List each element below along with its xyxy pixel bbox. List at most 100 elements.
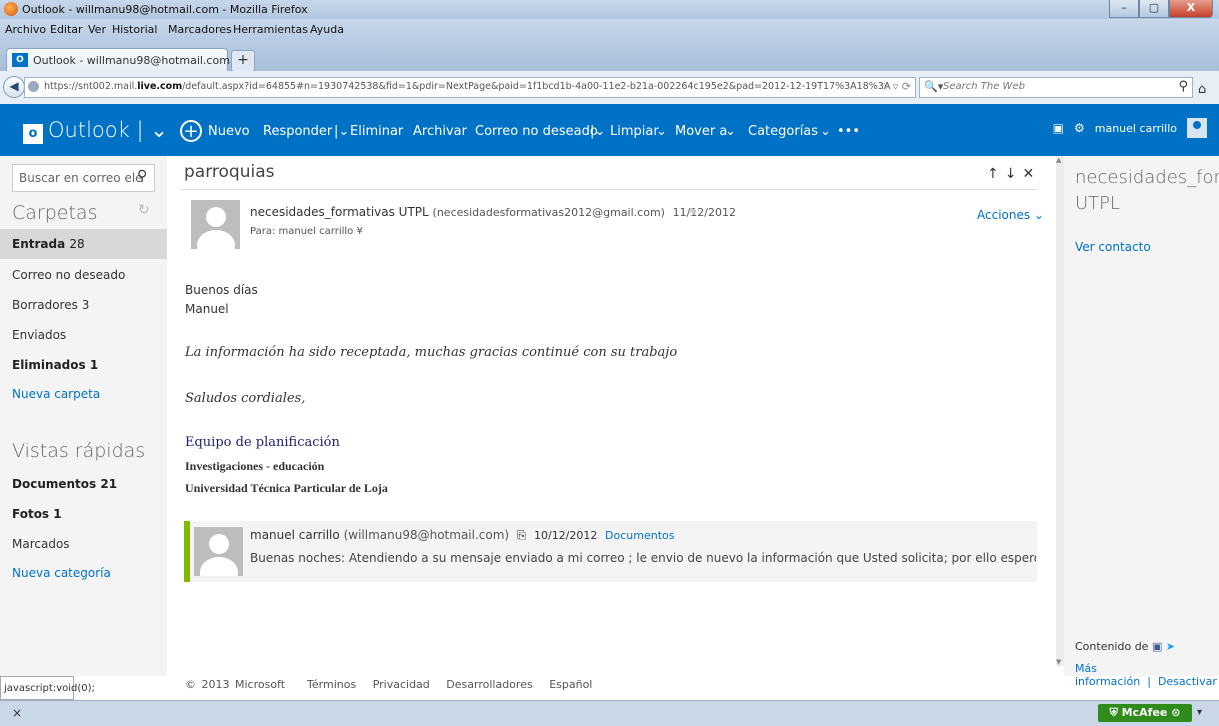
folder-inbox[interactable]: Entrada 28: [12, 237, 85, 251]
window-title-bar: Outlook - willmanu98@hotmail.com - Mozil…: [0, 0, 1219, 19]
signature-team: Equipo de planificación: [185, 435, 340, 450]
junk-chevron-icon[interactable]: |⌄: [590, 124, 605, 139]
menu-marcadores[interactable]: Marcadores: [168, 23, 232, 36]
folder-sent[interactable]: Enviados: [12, 328, 66, 342]
flag-icon[interactable]: ⚑: [688, 206, 698, 219]
mail-search-input[interactable]: Buscar en correo ele: [12, 164, 155, 192]
new-tab-button[interactable]: +: [231, 50, 255, 72]
actions-menu[interactable]: Acciones ⌄: [977, 208, 1044, 222]
sweep-chevron-icon[interactable]: ⌄: [656, 124, 667, 139]
categories-button[interactable]: Categorías: [748, 124, 818, 139]
home-icon[interactable]: ⌂: [1198, 82, 1206, 97]
twitter-icon: ➤: [1165, 640, 1176, 653]
closing: Saludos cordiales,: [185, 391, 306, 406]
outlook-logo-icon[interactable]: o: [23, 124, 43, 144]
copyright: © 2013 Microsoft: [185, 678, 286, 691]
outlook-brand[interactable]: Outlook | ⌄: [48, 118, 168, 142]
signature-dept: Investigaciones - educación: [185, 459, 325, 473]
menu-archivo[interactable]: Archivo: [5, 23, 46, 36]
move-chevron-icon[interactable]: ⌄: [725, 124, 736, 139]
web-search-input[interactable]: 🔍▾ Search The Web ⚲: [919, 77, 1193, 98]
new-category-link[interactable]: Nueva categoría: [12, 566, 111, 580]
reply-button[interactable]: Responder: [263, 124, 332, 139]
greeting-line-1: Buenos días: [185, 283, 258, 297]
window-controls: – ▢ X: [1109, 0, 1213, 18]
bookmark-star-icon[interactable]: ☆ ▿ ⟳: [879, 80, 911, 93]
gear-icon[interactable]: ⚙: [1074, 121, 1085, 135]
sender-avatar: [191, 200, 240, 249]
tab-label: Outlook - willmanu98@hotmail.com: [33, 54, 230, 67]
previous-message-card[interactable]: manuel carrillo (willmanu98@hotmail.com)…: [184, 521, 1037, 582]
move-to-button[interactable]: Mover a: [675, 124, 727, 139]
folder-drafts[interactable]: Borradores 3: [12, 298, 89, 312]
close-window-button[interactable]: X: [1169, 0, 1213, 18]
more-actions-button[interactable]: •••: [837, 124, 860, 139]
menu-editar[interactable]: Editar: [50, 23, 83, 36]
greeting-line-2: Manuel: [185, 302, 229, 316]
mcafee-badge[interactable]: ⛨ McAfee ⊙: [1098, 704, 1192, 722]
delete-button[interactable]: Eliminar: [350, 124, 403, 139]
quick-view-flagged[interactable]: Marcados: [12, 537, 70, 551]
browser-tab[interactable]: O Outlook - willmanu98@hotmail.com: [6, 48, 230, 72]
scrollbar[interactable]: ▲ ▼: [1056, 156, 1064, 666]
categories-chevron-icon[interactable]: ⌄: [820, 124, 831, 139]
menu-historial[interactable]: Historial: [112, 23, 157, 36]
view-contact-link[interactable]: Ver contacto: [1075, 240, 1151, 254]
back-button[interactable]: ◀: [3, 76, 25, 98]
quick-view-documents[interactable]: Documentos 21: [12, 477, 117, 491]
new-message-icon[interactable]: +: [180, 120, 202, 142]
search-placeholder: Search The Web: [943, 81, 1025, 92]
footer-privacy[interactable]: Privacidad: [373, 678, 430, 691]
sender-line[interactable]: necesidades_formativas UTPL (necesidades…: [250, 205, 736, 219]
menu-ayuda[interactable]: Ayuda: [310, 23, 344, 36]
quick-views-header: Vistas rápidas: [12, 440, 146, 462]
footer-language[interactable]: Español: [549, 678, 592, 691]
firefox-icon: [4, 2, 18, 16]
window-title: Outlook - willmanu98@hotmail.com - Mozil…: [22, 3, 308, 16]
folder-deleted[interactable]: Eliminados 1: [12, 358, 98, 372]
footer-developers[interactable]: Desarrolladores: [446, 678, 532, 691]
address-bar[interactable]: https://snt002.mail.live.com/default.asp…: [24, 77, 916, 98]
reply-category[interactable]: Documentos: [605, 529, 674, 542]
menu-ver[interactable]: Ver: [88, 23, 106, 36]
facebook-icon: ▣: [1151, 640, 1163, 653]
menu-herramientas[interactable]: Herramientas: [233, 23, 308, 36]
new-folder-link[interactable]: Nueva carpeta: [12, 387, 100, 401]
more-info-line-1[interactable]: Más: [1075, 662, 1217, 675]
search-go-icon[interactable]: ⚲: [1178, 79, 1188, 94]
outlook-header: o Outlook | ⌄ + Nuevo Responder |⌄ Elimi…: [0, 104, 1219, 156]
new-button[interactable]: Nuevo: [208, 124, 250, 139]
refresh-icon[interactable]: ↻: [138, 202, 150, 218]
deactivate-link[interactable]: Desactivar: [1158, 675, 1217, 688]
content-from: Contenido de ▣ ➤: [1075, 640, 1176, 653]
folder-junk[interactable]: Correo no deseado: [12, 268, 125, 282]
chevron-down-icon[interactable]: ▾: [1197, 707, 1202, 718]
status-link-text: javascript:void(0);: [0, 676, 95, 700]
folders-header[interactable]: Carpetas: [12, 202, 97, 224]
search-icon[interactable]: ⚲: [137, 168, 147, 184]
user-name[interactable]: manuel carrillo: [1095, 122, 1177, 135]
more-info: Más información | Desactivar: [1075, 662, 1217, 688]
search-engine-icon[interactable]: 🔍▾: [924, 80, 943, 93]
quick-view-photos[interactable]: Fotos 1: [12, 507, 62, 521]
url-text: https://snt002.mail.live.com/default.asp…: [44, 81, 891, 92]
recipient-line[interactable]: Para: manuel carrillo ¥: [250, 226, 363, 237]
close-findbar-icon[interactable]: ×: [12, 706, 22, 720]
minimize-button[interactable]: –: [1109, 0, 1139, 18]
sweep-button[interactable]: Limpiar: [610, 124, 659, 139]
message-nav-icons[interactable]: ↑↓✕: [987, 166, 1040, 182]
more-info-link[interactable]: información: [1075, 675, 1140, 688]
folder-pane: Buscar en correo ele ⚲ Carpetas ↻ Entrad…: [0, 156, 167, 676]
site-identity-icon[interactable]: [28, 81, 39, 92]
reply-chevron-icon[interactable]: |⌄: [334, 124, 349, 139]
junk-button[interactable]: Correo no deseado: [475, 124, 598, 139]
outlook-tab-icon: O: [12, 53, 28, 67]
footer-terms[interactable]: Términos: [307, 678, 356, 691]
contact-pane: [1064, 156, 1219, 676]
user-avatar[interactable]: [1187, 118, 1207, 138]
message-subject: parroquias: [184, 162, 275, 182]
maximize-button[interactable]: ▢: [1139, 0, 1169, 18]
reply-sender-avatar: [194, 527, 243, 576]
messenger-icon[interactable]: ▣: [1053, 121, 1064, 135]
archive-button[interactable]: Archivar: [413, 124, 467, 139]
